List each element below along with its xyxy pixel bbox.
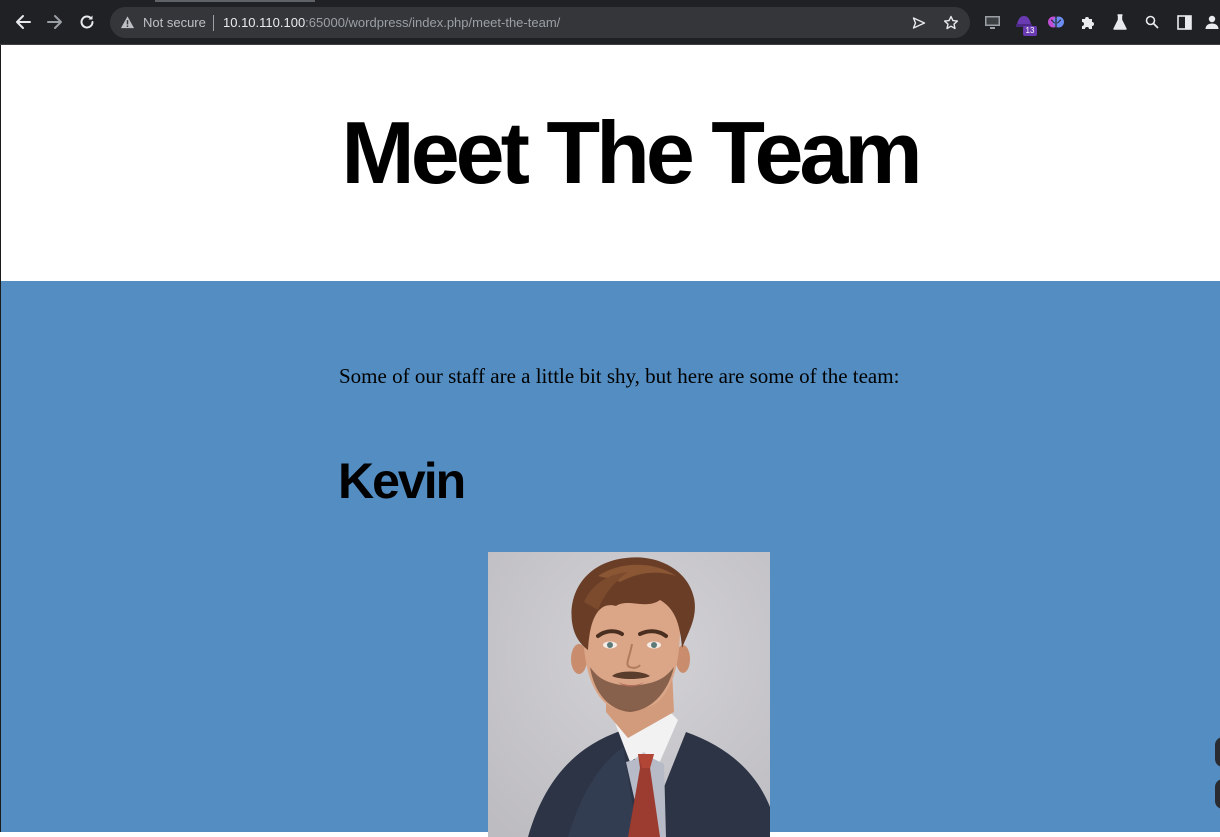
tab-strip-edge [0,0,1220,2]
arrow-left-icon [16,15,31,29]
page-header: Meet The Team [1,45,1220,281]
extension-badge-count: 13 [1023,26,1037,36]
reload-button[interactable] [73,8,101,36]
reload-icon [80,15,94,29]
url-path: :65000/wordpress/index.php/meet-the-team… [305,15,561,30]
address-bar[interactable]: Not secure 10.10.110.100:65000/wordpress… [110,7,970,38]
extensions-button[interactable] [1078,12,1098,32]
labs-button[interactable] [1110,12,1130,32]
avatar-icon [1205,15,1219,29]
arrow-right-icon [47,15,62,29]
bookmark-button[interactable] [942,14,960,32]
send-icon [912,17,926,29]
intro-paragraph: Some of our staff are a little bit shy, … [339,364,900,388]
forward-button[interactable] [41,8,69,36]
brain-extension-button[interactable] [1046,12,1066,32]
browser-toolbar: Not secure 10.10.110.100:65000/wordpress… [0,0,1220,45]
monitor-icon [984,15,1000,29]
brain-icon [1048,16,1064,28]
flask-icon [1113,14,1127,30]
address-divider [213,15,214,31]
floating-action-button[interactable] [1215,779,1220,809]
side-panel-button[interactable] [1174,12,1194,32]
search-icon [1145,15,1159,29]
star-icon [943,15,959,30]
page-content: Some of our staff are a little bit shy, … [1,281,1220,837]
back-button[interactable] [9,8,37,36]
profile-button[interactable] [1204,12,1220,32]
url-text[interactable]: 10.10.110.100:65000/wordpress/index.php/… [223,15,560,30]
send-tab-button[interactable] [910,14,928,32]
floating-action-button[interactable] [1215,737,1220,767]
portrait-image [488,552,770,837]
warning-triangle-icon[interactable] [120,15,135,30]
page-title: Meet The Team [341,103,922,202]
active-tab-edge [155,0,315,2]
member-name-heading: Kevin [338,453,466,509]
puzzle-piece-icon [1082,17,1094,29]
side-panel-icon [1176,14,1192,30]
member-photo [488,552,770,837]
web-page: Meet The Team Some of our staff are a li… [0,45,1220,837]
url-host: 10.10.110.100 [223,15,306,30]
cast-extension-button[interactable] [982,12,1002,32]
security-status-text[interactable]: Not secure [143,15,206,30]
search-tabs-button[interactable] [1142,12,1162,32]
